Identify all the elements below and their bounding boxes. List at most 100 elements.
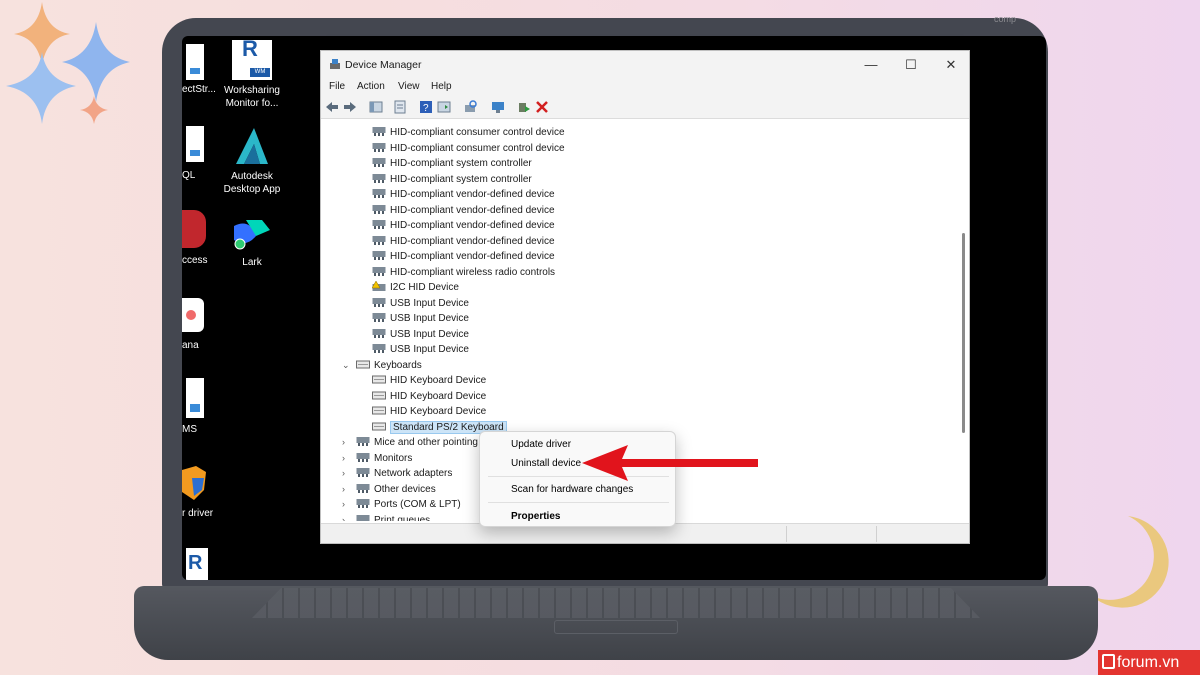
tree-item[interactable]: HID-compliant vendor-defined device — [372, 218, 555, 233]
tree-item[interactable]: HID-compliant vendor-defined device — [372, 249, 555, 264]
action-pane-icon[interactable] — [437, 100, 451, 114]
uninstall-x-icon[interactable] — [535, 100, 549, 114]
desktop-icon-worksharing-monitor[interactable]: R WM Worksharing Monitor fo... — [212, 38, 292, 110]
properties-icon[interactable] — [393, 100, 407, 114]
show-hide-console-tree-icon[interactable] — [369, 100, 383, 114]
tree-category[interactable]: › Monitors — [342, 451, 412, 466]
tree-item[interactable]: I2C HID Device — [372, 280, 459, 295]
tree-item[interactable]: USB Input Device — [372, 327, 469, 342]
hid-device-icon — [372, 220, 386, 229]
menu-action[interactable]: Action — [357, 81, 385, 92]
hid-device-icon — [372, 266, 386, 276]
collapse-chevron-icon[interactable]: › — [342, 451, 345, 466]
title-bar[interactable]: Device Manager — ☐ ✕ — [321, 51, 969, 79]
help-icon[interactable]: ? — [419, 100, 433, 114]
tree-item[interactable]: USB Input Device — [372, 311, 469, 326]
red-arrow-annotation-icon — [582, 445, 758, 481]
close-button[interactable]: ✕ — [931, 55, 971, 75]
tree-category[interactable]: › Ports (COM & LPT) — [342, 497, 461, 512]
tree-category[interactable]: › Other devices — [342, 482, 436, 497]
collapse-chevron-icon[interactable]: › — [342, 482, 345, 497]
tree-item-label: USB Input Device — [390, 344, 469, 355]
hid-device-icon — [356, 452, 370, 462]
menu-view[interactable]: View — [398, 81, 420, 92]
collapse-chevron-icon[interactable]: › — [342, 435, 345, 450]
sforum-watermark: forum.vn — [1098, 650, 1200, 675]
tree-item-label: USB Input Device — [390, 328, 469, 340]
menu-bar: File Action View Help — [321, 79, 969, 95]
hid-device-icon — [372, 158, 386, 167]
tree-item-label: HID Keyboard Device — [390, 406, 487, 417]
tree-category[interactable]: › Mice and other pointing — [342, 435, 478, 450]
menu-item-scan-hardware[interactable]: Scan for hardware changes — [511, 482, 633, 498]
tree-item-label: HID-compliant vendor-defined device — [390, 235, 555, 247]
desktop-icon-label: ccess — [182, 255, 208, 266]
tree-item[interactable]: HID-compliant vendor-defined device — [372, 187, 555, 202]
desktop-icon-autodesk[interactable]: Autodesk Desktop App — [212, 126, 292, 196]
tree-item-label: I2C HID Device — [390, 282, 459, 293]
expand-chevron-icon[interactable]: ⌄ — [342, 358, 350, 373]
collapse-chevron-icon[interactable]: › — [342, 497, 345, 512]
desktop-icon-label: ana — [182, 340, 199, 351]
tree-item-label: Other devices — [374, 483, 436, 495]
tree-item-label: Network adapters — [374, 468, 453, 479]
keyboard-icon — [372, 375, 386, 384]
revit-worksharing-icon: R WM — [232, 38, 272, 80]
tree-item-label: Mice and other pointing — [374, 437, 478, 448]
tree-item[interactable]: HID Keyboard Device — [372, 389, 486, 404]
minimize-button[interactable]: — — [851, 55, 891, 75]
hid-device-icon — [356, 514, 370, 521]
hid-device-icon — [356, 499, 370, 508]
menu-item-uninstall-device[interactable]: Uninstall device — [511, 456, 581, 472]
collapse-chevron-icon[interactable]: › — [342, 513, 345, 522]
document-icon — [186, 378, 204, 418]
toolbar: ? — [321, 95, 969, 119]
tree-item[interactable]: USB Input Device — [372, 342, 469, 357]
tree-item[interactable]: HID-compliant system controller — [372, 156, 532, 171]
enable-device-icon[interactable] — [517, 100, 531, 114]
watermark-text: forum.vn — [1117, 654, 1180, 671]
tree-category[interactable]: › Network adapters — [342, 466, 453, 481]
corner-label: comp — [994, 14, 1017, 24]
tree-item[interactable]: HID-compliant consumer control device — [372, 141, 565, 156]
scan-hardware-icon[interactable] — [463, 100, 477, 114]
tree-item-label: HID-compliant vendor-defined device — [390, 189, 555, 200]
scrollbar-thumb[interactable] — [962, 233, 965, 433]
tree-item[interactable]: HID Keyboard Device — [372, 404, 486, 419]
desktop-icon-lark[interactable]: Lark — [212, 212, 292, 269]
tree-item[interactable]: USB Input Device — [372, 296, 469, 311]
menu-item-update-driver[interactable]: Update driver — [511, 437, 571, 453]
maximize-button[interactable]: ☐ — [891, 55, 931, 75]
tree-item[interactable]: HID-compliant wireless radio controls — [372, 265, 555, 280]
tree-item[interactable]: HID-compliant system controller — [372, 172, 532, 187]
vertical-scrollbar[interactable] — [959, 121, 969, 521]
menu-item-properties[interactable]: Properties — [511, 509, 560, 525]
tree-item-label: HID-compliant vendor-defined device — [390, 204, 555, 216]
tree-item[interactable]: HID-compliant vendor-defined device — [372, 234, 555, 249]
back-arrow-icon[interactable] — [325, 100, 339, 114]
tree-category-keyboards[interactable]: ⌄ Keyboards — [342, 358, 422, 373]
forward-arrow-icon[interactable] — [343, 100, 357, 114]
tree-item-label: HID-compliant system controller — [390, 173, 532, 185]
menu-help[interactable]: Help — [431, 81, 452, 92]
hid-device-icon — [372, 297, 386, 307]
hid-device-icon — [372, 328, 386, 338]
desktop-icon-label: Autodesk Desktop App — [223, 171, 281, 195]
hid-device-icon — [372, 251, 386, 260]
sforum-logo-icon — [1102, 654, 1115, 669]
tree-item[interactable]: HID-compliant consumer control device — [372, 125, 565, 140]
collapse-chevron-icon[interactable]: › — [342, 466, 345, 481]
tree-category[interactable]: › Print queues — [342, 513, 430, 521]
keyboard-icon — [372, 391, 386, 399]
hid-device-icon — [356, 437, 370, 446]
svg-text:?: ? — [423, 103, 429, 114]
tree-item[interactable]: HID Keyboard Device — [372, 373, 486, 388]
tree-item[interactable]: HID-compliant vendor-defined device — [372, 203, 555, 218]
database-icon — [182, 210, 206, 248]
desktop-icon-label: Worksharing Monitor fo... — [224, 85, 280, 109]
tree-item-label: HID-compliant consumer control device — [390, 142, 565, 154]
keyboard-icon — [372, 406, 386, 415]
menu-file[interactable]: File — [329, 81, 345, 92]
driver-shield-icon — [182, 466, 206, 500]
update-driver-icon[interactable] — [491, 100, 505, 114]
